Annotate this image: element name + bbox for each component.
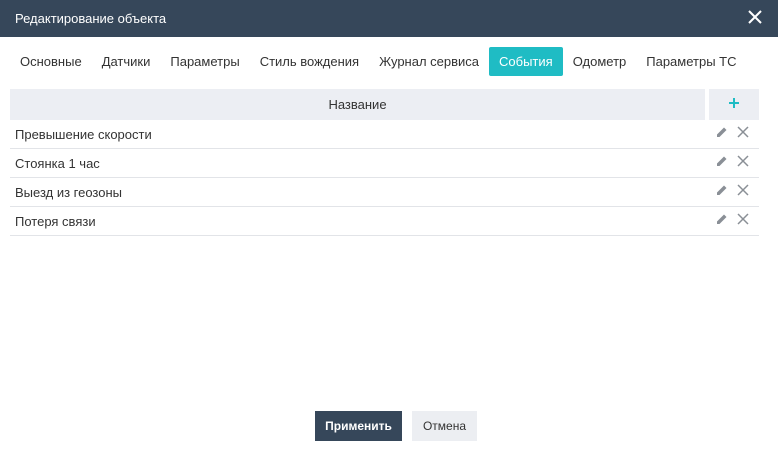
tab-basic[interactable]: Основные: [10, 47, 92, 76]
delete-icon[interactable]: [737, 126, 749, 138]
close-icon[interactable]: [746, 8, 764, 26]
cancel-button[interactable]: Отмена: [412, 411, 477, 441]
tab-bar: Основные Датчики Параметры Стиль вождени…: [10, 46, 747, 76]
tab-odometer[interactable]: Одометр: [563, 47, 637, 76]
tab-service-log[interactable]: Журнал сервиса: [369, 47, 489, 76]
delete-icon[interactable]: [737, 213, 749, 225]
delete-icon[interactable]: [737, 155, 749, 167]
plus-icon: [728, 97, 740, 112]
table-row: Потеря связи: [10, 207, 759, 236]
table-row: Превышение скорости: [10, 120, 759, 149]
tab-vehicle-parameters[interactable]: Параметры ТС: [636, 47, 746, 76]
apply-button[interactable]: Применить: [315, 411, 402, 441]
edit-icon[interactable]: [716, 184, 728, 196]
edit-icon[interactable]: [716, 155, 728, 167]
tab-sensors[interactable]: Датчики: [92, 47, 161, 76]
event-name: Выезд из геозоны: [15, 184, 123, 200]
event-name: Стоянка 1 час: [15, 155, 100, 171]
event-name: Превышение скорости: [15, 126, 152, 142]
event-name: Потеря связи: [15, 213, 96, 229]
tab-driving-style[interactable]: Стиль вождения: [250, 47, 369, 76]
edit-icon[interactable]: [716, 126, 728, 138]
table-header: Название: [10, 89, 759, 120]
add-event-button[interactable]: [709, 89, 759, 120]
tab-parameters[interactable]: Параметры: [160, 47, 249, 76]
delete-icon[interactable]: [737, 184, 749, 196]
tab-events[interactable]: События: [489, 46, 563, 76]
events-table: Название Превышение скорости Стоянка 1 ч…: [10, 89, 759, 236]
table-row: Стоянка 1 час: [10, 149, 759, 178]
window-titlebar: Редактирование объекта: [0, 0, 778, 37]
table-row: Выезд из геозоны: [10, 178, 759, 207]
column-header-name: Название: [10, 89, 705, 120]
window-title: Редактирование объекта: [15, 11, 167, 26]
edit-icon[interactable]: [716, 213, 728, 225]
